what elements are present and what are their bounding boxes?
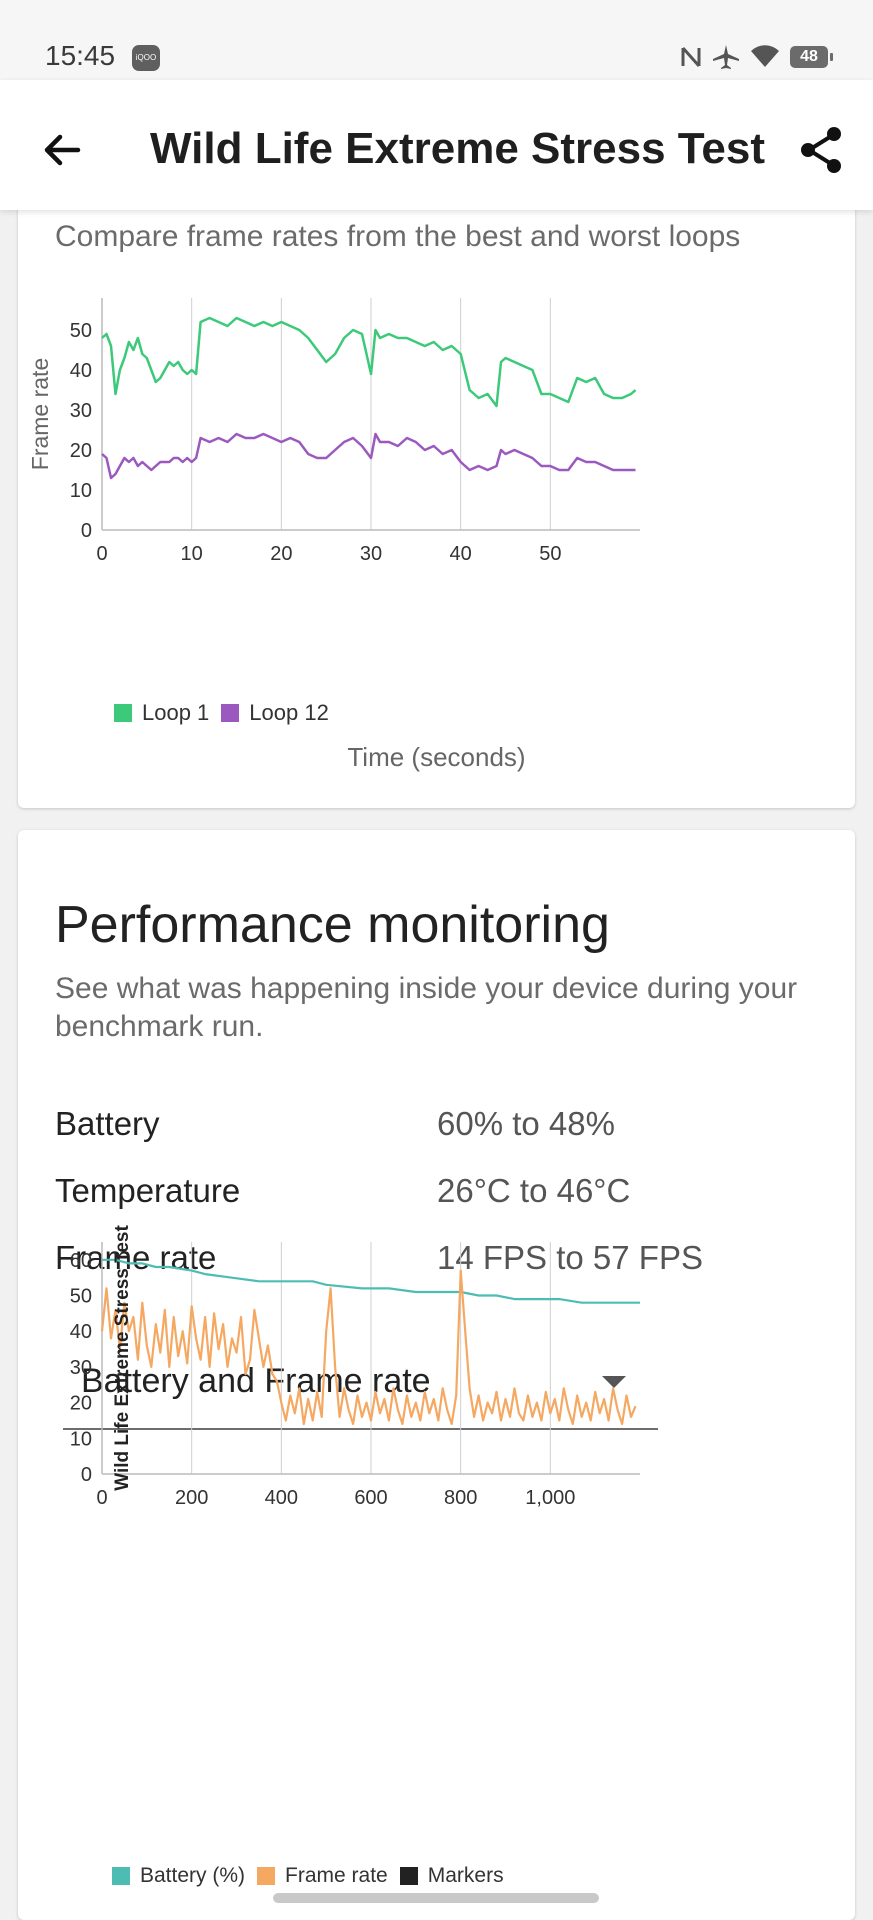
y-tick-label: 60	[70, 1250, 92, 1272]
nfc-icon	[681, 47, 701, 67]
legend-swatch-frame-rate	[257, 1867, 276, 1885]
legend-swatch-battery	[112, 1867, 130, 1885]
legend-item-frame-rate[interactable]: Frame rate	[257, 1864, 388, 1888]
series-line-2	[101, 432, 636, 480]
series-line-2	[100, 1269, 637, 1426]
y-tick-label: 20	[70, 1393, 92, 1415]
legend-label-markers: Markers	[427, 1864, 504, 1887]
x-tick-label: 800	[444, 1487, 477, 1509]
performance-chart-legend: Battery (%) Frame rate Markers	[112, 1864, 516, 1888]
y-tick-label: 10	[70, 480, 92, 502]
x-tick-label: 0	[96, 543, 107, 565]
back-button[interactable]	[38, 125, 88, 175]
legend-label-loop12: Loop 12	[249, 700, 329, 725]
x-tick-label: 40	[450, 543, 472, 565]
loops-chart-x-axis-title: Time (seconds)	[347, 742, 526, 772]
y-tick-label: 40	[70, 360, 92, 382]
performance-card: Performance monitoring See what was happ…	[18, 830, 855, 1920]
share-button[interactable]	[795, 124, 847, 176]
status-time: 15:45	[45, 40, 116, 71]
legend-swatch-markers	[399, 1867, 418, 1885]
legend-label-loop1: Loop 1	[142, 700, 210, 725]
gesture-nav-bar[interactable]	[273, 1893, 599, 1903]
legend-item-battery[interactable]: Battery (%)	[112, 1864, 245, 1888]
app-bar: Wild Life Extreme Stress Test	[0, 80, 873, 210]
legend-swatch-loop1	[114, 704, 132, 722]
loop-frame-rate-chart: 0 10 20 30 40 50 0 10 20 30 40 50 Frame rate	[27, 298, 640, 565]
legend-item-markers[interactable]: Markers	[399, 1864, 504, 1888]
y-tick-label: 10	[70, 1428, 92, 1450]
legend-item-loop1[interactable]: Loop 1	[114, 700, 209, 726]
y-tick-label: 0	[81, 1464, 92, 1486]
wifi-icon	[751, 45, 779, 67]
x-tick-label: 200	[175, 1487, 208, 1509]
x-tick-label: 30	[360, 543, 382, 565]
app-badge-icon: iQOO	[132, 45, 160, 71]
page-title: Wild Life Extreme Stress Test	[150, 124, 765, 173]
battery-icon: 48	[790, 46, 833, 68]
y-tick-label: 40	[70, 1321, 92, 1343]
y-tick-label: 50	[70, 320, 92, 342]
x-tick-label: 0	[96, 1487, 107, 1509]
x-tick-label: 20	[270, 543, 292, 565]
y-tick-label: 30	[70, 400, 92, 422]
loops-card: Compare frame rates from the best and wo…	[18, 200, 855, 808]
x-tick-label: 50	[539, 543, 561, 565]
y-tick-label: 50	[70, 1286, 92, 1308]
series-line-1	[101, 316, 637, 408]
y-tick-label: 20	[70, 440, 92, 462]
legend-label-battery: Battery (%)	[140, 1864, 246, 1887]
y-tick-label: 0	[81, 520, 92, 542]
status-icons: 48	[680, 44, 833, 70]
battery-frame-rate-chart: 0 200 400 600 800 1,000 0 10 20 30 40 50 60 Wild Life…	[70, 1225, 640, 1509]
x-tick-label: 10	[181, 543, 203, 565]
legend-item-loop12[interactable]: Loop 12	[221, 700, 329, 726]
y-tick-label: 30	[70, 1357, 92, 1379]
arrow-left-icon	[44, 134, 81, 166]
status-bar: 15:45 iQOO 48	[0, 0, 873, 80]
y-axis-title: Wild Life Extreme Stress Test	[112, 1225, 133, 1491]
x-tick-label: 600	[354, 1487, 387, 1509]
x-tick-label: 1,000	[525, 1487, 575, 1509]
y-axis-title: Frame rate	[27, 358, 53, 470]
loops-chart-legend: Loop 1 Loop 12	[114, 700, 341, 726]
legend-swatch-loop12	[221, 704, 240, 722]
legend-label-frame-rate: Frame rate	[285, 1864, 388, 1887]
share-icon	[801, 127, 841, 173]
airplane-icon	[713, 45, 739, 69]
x-tick-label: 400	[265, 1487, 298, 1509]
